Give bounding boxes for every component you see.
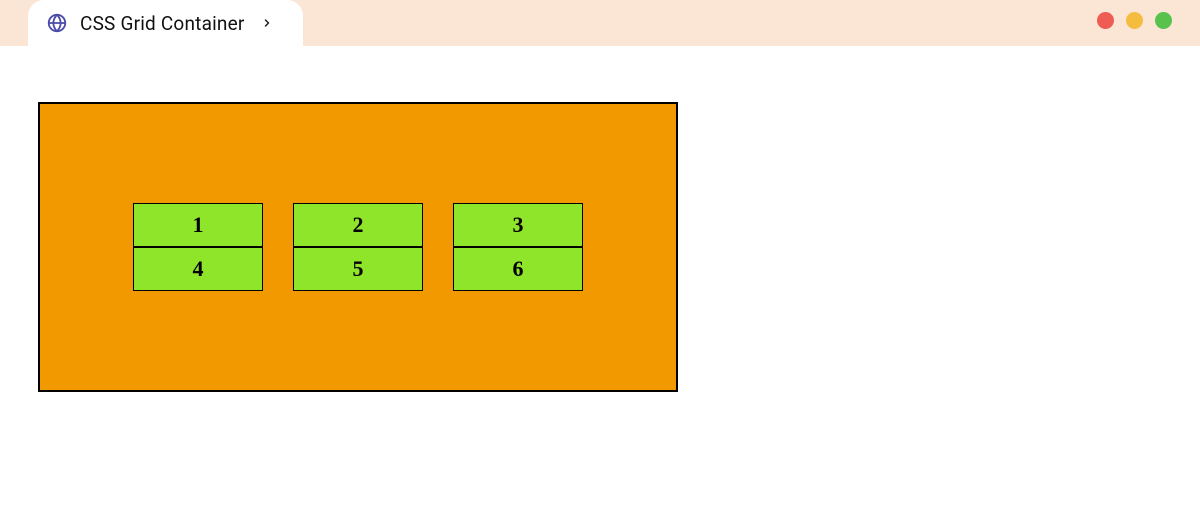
window-minimize-button[interactable] (1126, 12, 1143, 29)
grid-container: 1 2 3 4 5 6 (38, 102, 678, 392)
grid-cell: 1 (133, 203, 263, 247)
grid: 1 2 3 4 5 6 (133, 203, 583, 291)
window-controls (1097, 12, 1172, 29)
grid-cell: 3 (453, 203, 583, 247)
chevron-right-icon (259, 15, 275, 31)
browser-window: CSS Grid Container 1 2 3 4 5 6 (0, 0, 1200, 518)
window-maximize-button[interactable] (1155, 12, 1172, 29)
tab-bar: CSS Grid Container (0, 0, 1200, 46)
grid-cell: 6 (453, 247, 583, 291)
browser-tab[interactable]: CSS Grid Container (28, 0, 303, 46)
grid-cell: 2 (293, 203, 423, 247)
grid-cell: 5 (293, 247, 423, 291)
page-content: 1 2 3 4 5 6 (0, 46, 1200, 518)
window-close-button[interactable] (1097, 12, 1114, 29)
grid-cell: 4 (133, 247, 263, 291)
globe-icon (46, 12, 68, 34)
tab-title: CSS Grid Container (80, 12, 245, 35)
